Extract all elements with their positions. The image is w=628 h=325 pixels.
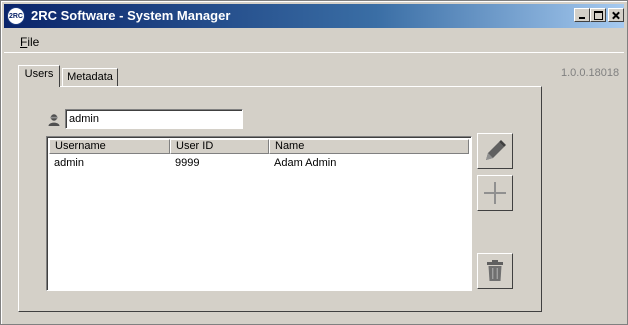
close-button[interactable]	[608, 8, 624, 22]
user-icon	[48, 114, 60, 126]
cell-name: Adam Admin	[274, 157, 337, 169]
trash-icon	[487, 260, 503, 281]
app-window: 2RC 2RC Software - System Manager File 1…	[0, 0, 628, 325]
users-list[interactable]: Username User ID Name admin 9999 Adam Ad…	[46, 136, 472, 291]
pencil-icon	[486, 140, 506, 160]
column-header-name[interactable]: Name	[269, 139, 469, 154]
maximize-button[interactable]	[590, 8, 606, 22]
search-input[interactable]	[65, 109, 243, 129]
cell-username: admin	[54, 157, 84, 169]
edit-user-button[interactable]	[477, 133, 513, 169]
cell-user-id: 9999	[175, 157, 200, 169]
table-row[interactable]: admin 9999 Adam Admin	[49, 156, 469, 171]
menu-separator	[4, 52, 624, 53]
delete-user-button[interactable]	[477, 253, 513, 289]
window-title: 2RC Software - System Manager	[31, 8, 231, 23]
add-user-button[interactable]	[477, 175, 513, 211]
column-header-user-id[interactable]: User ID	[170, 139, 269, 154]
plus-icon	[484, 182, 506, 204]
title-bar[interactable]: 2RC 2RC Software - System Manager	[4, 4, 624, 28]
app-logo-icon: 2RC	[7, 7, 25, 25]
version-label: 1.0.0.18018	[561, 67, 620, 79]
minimize-button[interactable]	[574, 8, 590, 22]
menu-file[interactable]: File	[20, 35, 39, 49]
list-header: Username User ID Name	[49, 139, 469, 154]
column-header-username[interactable]: Username	[49, 139, 170, 154]
menu-file-label: ile	[27, 35, 40, 49]
tab-metadata[interactable]: Metadata	[62, 68, 118, 87]
menu-bar: File	[4, 28, 624, 52]
tab-users[interactable]: Users	[18, 65, 60, 87]
